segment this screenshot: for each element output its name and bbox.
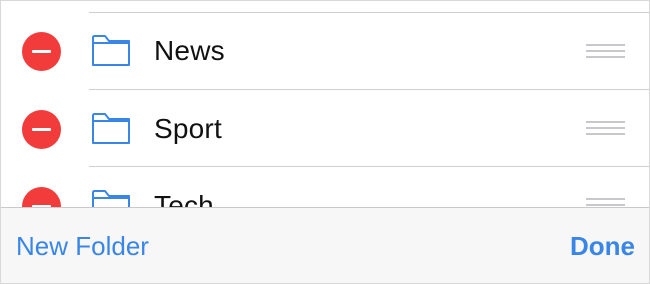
- reorder-handle-icon[interactable]: [586, 44, 625, 60]
- folder-label: Sport: [154, 113, 222, 144]
- folder-label: Tech: [154, 190, 214, 207]
- reorder-handle-icon[interactable]: [586, 198, 625, 207]
- done-button[interactable]: Done: [570, 230, 635, 262]
- minus-icon: [32, 128, 51, 131]
- delete-sport-button[interactable]: [22, 110, 61, 149]
- folder-icon: [92, 113, 130, 144]
- folder-icon: [92, 35, 130, 66]
- minus-icon: [32, 50, 51, 53]
- folder-row-news: News: [1, 13, 649, 90]
- delete-tech-button[interactable]: [22, 187, 61, 207]
- reorder-handle-icon[interactable]: [586, 121, 625, 137]
- folder-list: News Sport Tech: [1, 1, 649, 207]
- bottom-toolbar: New Folder Done: [1, 207, 649, 283]
- folder-row-sport: Sport: [1, 90, 649, 167]
- folder-row-tech: Tech: [1, 167, 649, 207]
- folder-label: News: [154, 35, 225, 66]
- folder-icon: [92, 190, 130, 207]
- bookmarks-edit-screen: News Sport Tech New Folder Done: [0, 0, 650, 284]
- delete-news-button[interactable]: [22, 32, 61, 71]
- new-folder-button[interactable]: New Folder: [16, 230, 149, 262]
